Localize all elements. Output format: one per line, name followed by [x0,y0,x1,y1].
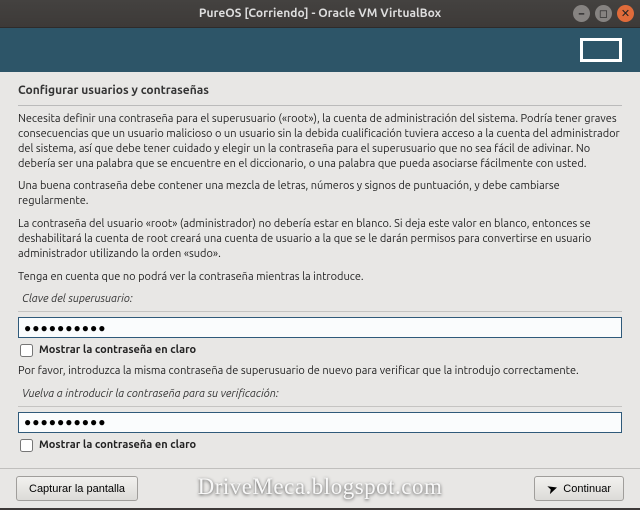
button-bar: Capturar la pantalla ➤ Continuar [0,468,640,508]
p3: La contraseña del usuario «root» (admini… [18,217,622,262]
continue-button[interactable]: ➤ Continuar [534,476,624,501]
maximize-icon[interactable]: ◻ [595,5,612,22]
p2: Una buena contraseña debe contener una m… [18,179,622,209]
section-title: Configurar usuarios y contraseñas [18,84,622,97]
window-controls: – ◻ ✕ [573,5,634,22]
show-password-2-label: Mostrar la contraseña en claro [39,438,196,453]
password-label-1: Clave del superusuario: [22,292,622,307]
show-password-2-checkbox[interactable] [20,439,33,452]
continue-label: Continuar [563,483,611,495]
window-title: PureOS [Corriendo] - Oracle VM VirtualBo… [199,7,441,20]
root-password-confirm-input[interactable] [18,412,622,433]
show-password-2-row[interactable]: Mostrar la contraseña en claro [20,438,622,453]
password-label-2: Vuelva a introducir la contraseña para s… [22,387,622,402]
instruction-text: Necesita definir una contraseña para el … [18,112,622,453]
installer-banner [0,28,640,72]
titlebar: PureOS [Corriendo] - Oracle VM VirtualBo… [0,0,640,28]
p4: Tenga en cuenta que no podrá ver la cont… [18,270,622,285]
banner-logo [580,38,622,62]
installer-content: Configurar usuarios y contraseñas Necesi… [0,72,640,468]
cursor-icon: ➤ [545,479,560,498]
close-icon[interactable]: ✕ [617,5,634,22]
p1: Necesita definir una contraseña para el … [18,112,622,171]
show-password-1-checkbox[interactable] [20,344,33,357]
show-password-1-label: Mostrar la contraseña en claro [39,343,196,358]
show-password-1-row[interactable]: Mostrar la contraseña en claro [20,343,622,358]
screenshot-button[interactable]: Capturar la pantalla [16,476,138,501]
p5: Por favor, introduzca la misma contraseñ… [18,364,622,379]
root-password-input[interactable] [18,317,622,338]
screenshot-label: Capturar la pantalla [29,483,125,495]
minimize-icon[interactable]: – [573,5,590,22]
